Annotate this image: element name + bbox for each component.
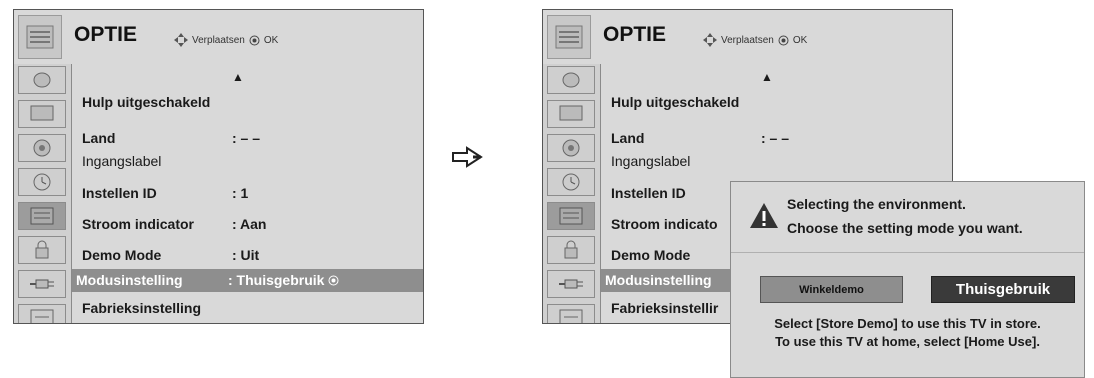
warning-icon <box>749 202 779 229</box>
scroll-up-icon[interactable]: ▲ <box>761 70 773 84</box>
plug-icon[interactable] <box>547 270 595 298</box>
menu-category-sidebar <box>14 64 72 323</box>
home-use-button[interactable]: Thuisgebruik <box>931 276 1075 303</box>
dialog-divider <box>731 252 1084 253</box>
option-menu-icon <box>18 15 62 59</box>
scroll-up-icon[interactable]: ▲ <box>232 70 244 84</box>
input-icon[interactable] <box>18 304 66 323</box>
menu-header: OPTIE Verplaatsen OK <box>543 10 952 64</box>
dialog-help-store: Select [Store Demo] to use this TV in st… <box>774 316 1041 331</box>
menu-item-modusinstelling[interactable]: Modusinstelling : Thuisgebruik <box>72 269 423 292</box>
speaker-icon[interactable] <box>547 134 595 162</box>
dialog-help-home: To use this TV at home, select [Home Use… <box>775 334 1040 349</box>
hint-move-label: Verplaatsen <box>192 34 245 46</box>
speaker-icon[interactable] <box>18 134 66 162</box>
screen-icon[interactable] <box>18 100 66 128</box>
store-demo-button[interactable]: Winkeldemo <box>760 276 903 303</box>
navigation-hint: Verplaatsen OK <box>174 33 278 47</box>
hint-move-label: Verplaatsen <box>721 34 774 46</box>
menu-title: OPTIE <box>603 23 667 46</box>
dialog-title: Selecting the environment. <box>787 196 966 212</box>
menu-header: OPTIE Verplaatsen OK <box>14 10 423 64</box>
menu-category-sidebar <box>543 64 601 323</box>
navigation-hint: Verplaatsen OK <box>703 33 807 47</box>
hint-ok-label: OK <box>792 34 808 46</box>
option-icon[interactable] <box>18 202 66 230</box>
move-arrows-icon <box>703 33 717 47</box>
ok-icon <box>778 35 789 45</box>
satellite-icon[interactable] <box>547 66 595 94</box>
lock-icon[interactable] <box>547 236 595 264</box>
screen-icon[interactable] <box>547 100 595 128</box>
move-arrows-icon <box>174 33 188 47</box>
input-icon[interactable] <box>547 304 595 323</box>
satellite-icon[interactable] <box>18 66 66 94</box>
ok-icon <box>249 35 260 45</box>
menu-title: OPTIE <box>74 23 138 46</box>
environment-dialog: Selecting the environment. Choose the se… <box>730 181 1085 378</box>
clock-icon[interactable] <box>547 168 595 196</box>
menu-content: ▲ Hulp uitgeschakeld Land: – – Ingangsla… <box>72 64 423 323</box>
clock-icon[interactable] <box>18 168 66 196</box>
option-menu-icon <box>547 15 591 59</box>
transition-arrow-icon <box>451 145 485 169</box>
plug-icon[interactable] <box>18 270 66 298</box>
ok-radio-icon <box>328 275 339 286</box>
hint-ok-label: OK <box>263 34 279 46</box>
option-menu-panel: OPTIE Verplaatsen OK ▲ Hulp uitgeschakel… <box>13 9 424 324</box>
dialog-subtitle: Choose the setting mode you want. <box>787 220 1023 236</box>
lock-icon[interactable] <box>18 236 66 264</box>
option-icon[interactable] <box>547 202 595 230</box>
